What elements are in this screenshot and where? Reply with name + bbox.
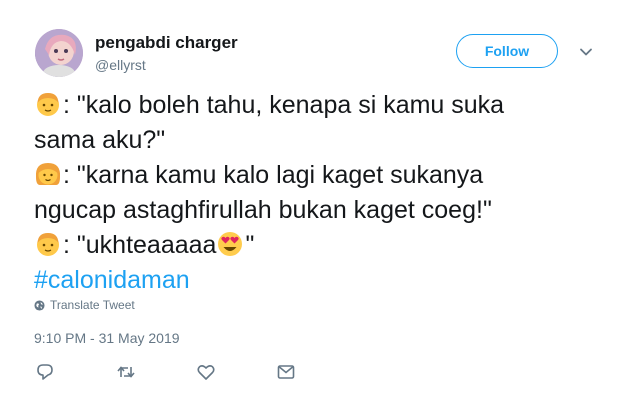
girl-emoji-icon bbox=[35, 163, 61, 185]
tweet-line-text: sama aku?" bbox=[34, 126, 166, 154]
user-handle[interactable]: @ellyrst bbox=[95, 57, 146, 73]
timestamp[interactable]: 9:10 PM - 31 May 2019 bbox=[34, 330, 180, 346]
display-name[interactable]: pengabdi charger bbox=[95, 33, 238, 53]
action-bar bbox=[0, 362, 633, 386]
envelope-icon[interactable] bbox=[276, 362, 296, 382]
tweet-line: : "kalo boleh tahu, kenapa si kamu suka bbox=[34, 88, 594, 123]
reply-icon[interactable] bbox=[35, 362, 55, 382]
tweet-line-text: : "ukhteaaaaa bbox=[63, 231, 217, 259]
tweet-line: : "karna kamu kalo lagi kaget sukanya bbox=[34, 158, 594, 193]
tweet-line-text: : "karna kamu kalo lagi kaget sukanya bbox=[63, 161, 484, 189]
tweet-card: pengabdi charger @ellyrst Follow : "kalo… bbox=[0, 0, 633, 404]
follow-button[interactable]: Follow bbox=[456, 34, 558, 68]
boy-emoji-icon bbox=[37, 93, 59, 116]
tweet-line: : "ukhteaaaaa " bbox=[34, 228, 594, 263]
chevron-down-icon[interactable] bbox=[578, 44, 594, 60]
translate-tweet-link[interactable]: Translate Tweet bbox=[34, 298, 135, 312]
hashtag-link[interactable]: #calonidaman bbox=[34, 263, 594, 298]
globe-icon bbox=[34, 299, 45, 311]
tweet-line: sama aku?" bbox=[34, 123, 594, 158]
heart-eyes-emoji-icon bbox=[218, 232, 243, 256]
tweet-line-text: " bbox=[245, 231, 255, 259]
tweet-line-text: : "kalo boleh tahu, kenapa si kamu suka bbox=[63, 91, 505, 119]
tweet-text: : "kalo boleh tahu, kenapa si kamu suka … bbox=[34, 88, 594, 298]
tweet-line-text: ngucap astaghfirullah bukan kaget coeg!" bbox=[34, 196, 492, 224]
heart-icon[interactable] bbox=[196, 362, 216, 382]
avatar[interactable] bbox=[35, 29, 83, 77]
tweet-line: ngucap astaghfirullah bukan kaget coeg!" bbox=[34, 193, 594, 228]
retweet-icon[interactable] bbox=[116, 362, 136, 382]
translate-label[interactable]: Translate Tweet bbox=[50, 298, 135, 312]
boy-emoji-icon bbox=[37, 233, 59, 256]
